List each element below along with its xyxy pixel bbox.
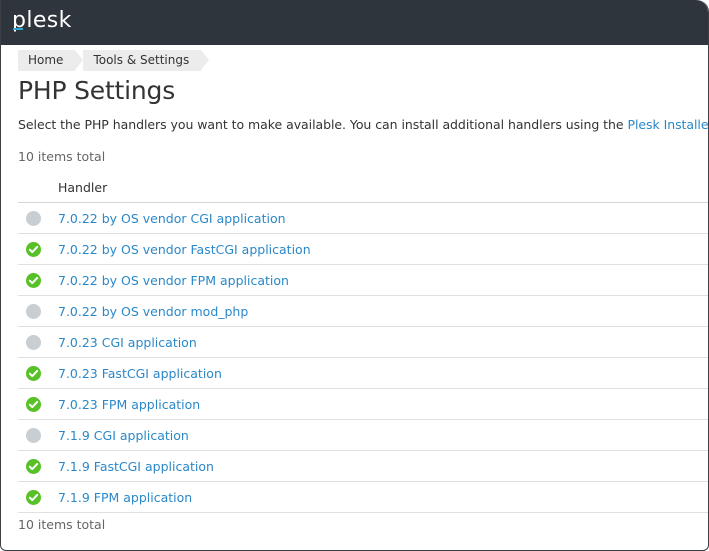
plesk-logo[interactable]: plesk — [12, 6, 72, 36]
disabled-circle-icon[interactable] — [26, 335, 41, 350]
table-row: 7.0.22 by OS vendor CGI application — [18, 203, 708, 234]
table-header: Handler — [18, 172, 708, 203]
items-total-bottom: 10 items total — [18, 517, 106, 532]
check-circle-icon[interactable] — [26, 459, 41, 474]
table-row: 7.0.23 CGI application — [18, 327, 708, 358]
table-row: 7.0.22 by OS vendor FastCGI application — [18, 234, 708, 265]
handler-link[interactable]: 7.0.22 by OS vendor FastCGI application — [58, 242, 311, 258]
handler-link[interactable]: 7.0.22 by OS vendor FPM application — [58, 273, 289, 289]
breadcrumb-tools-settings[interactable]: Tools & Settings — [83, 50, 209, 71]
table-row: 7.0.22 by OS vendor mod_php — [18, 296, 708, 327]
disabled-circle-icon[interactable] — [26, 304, 41, 319]
table-row: 7.1.9 FastCGI application — [18, 451, 708, 482]
handler-link[interactable]: 7.0.22 by OS vendor mod_php — [58, 304, 248, 320]
table-row: 7.0.22 by OS vendor FPM application — [18, 265, 708, 296]
disabled-circle-icon[interactable] — [26, 211, 41, 226]
handler-link[interactable]: 7.1.9 FPM application — [58, 490, 192, 506]
plesk-window: plesk Home Tools & Settings PHP Settings… — [0, 0, 709, 551]
handler-link[interactable]: 7.0.23 CGI application — [58, 335, 197, 351]
check-circle-icon[interactable] — [26, 397, 41, 412]
handler-link[interactable]: 7.0.23 FPM application — [58, 397, 200, 413]
description-text: Select the PHP handlers you want to make… — [18, 117, 628, 132]
breadcrumb-home[interactable]: Home — [18, 50, 84, 71]
column-header-handler: Handler — [58, 180, 108, 195]
check-circle-icon[interactable] — [26, 366, 41, 381]
check-circle-icon[interactable] — [26, 490, 41, 505]
handler-link[interactable]: 7.1.9 FastCGI application — [58, 459, 214, 475]
disabled-circle-icon[interactable] — [26, 428, 41, 443]
plesk-installer-link[interactable]: Plesk Installer — [627, 117, 708, 132]
page-title: PHP Settings — [18, 76, 176, 105]
breadcrumb: Home Tools & Settings — [18, 50, 209, 71]
php-handlers-table: Handler 7.0.22 by OS vendor CGI applicat… — [18, 172, 708, 513]
handler-link[interactable]: 7.0.23 FastCGI application — [58, 366, 222, 382]
handler-link[interactable]: 7.1.9 CGI application — [58, 428, 189, 444]
top-bar: plesk — [1, 0, 708, 45]
check-circle-icon[interactable] — [26, 273, 41, 288]
logo-accent-mark — [13, 28, 23, 30]
table-row: 7.0.23 FastCGI application — [18, 358, 708, 389]
check-circle-icon[interactable] — [26, 242, 41, 257]
table-row: 7.1.9 FPM application — [18, 482, 708, 513]
table-row: 7.0.23 FPM application — [18, 389, 708, 420]
table-row: 7.1.9 CGI application — [18, 420, 708, 451]
page-description: Select the PHP handlers you want to make… — [18, 116, 708, 133]
items-total-top: 10 items total — [18, 149, 106, 164]
handler-link[interactable]: 7.0.22 by OS vendor CGI application — [58, 211, 286, 227]
